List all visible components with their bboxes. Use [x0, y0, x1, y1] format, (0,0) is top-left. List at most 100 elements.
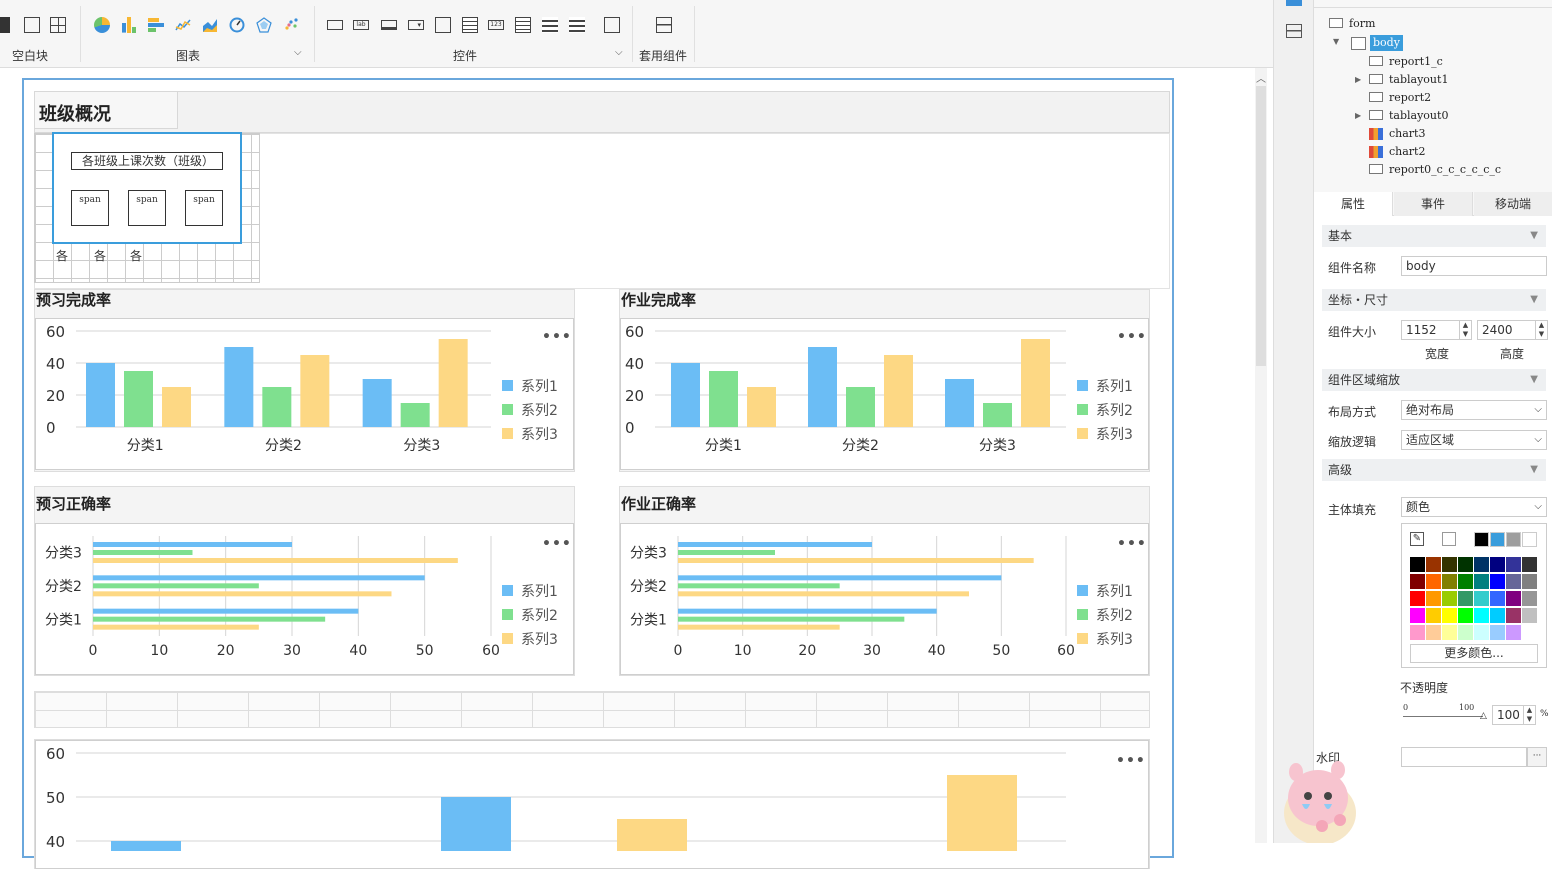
- assistant-mascot-icon[interactable]: [1280, 758, 1360, 843]
- fill-type-select[interactable]: 颜色 ⌵: [1401, 497, 1547, 517]
- color-swatch[interactable]: [1426, 625, 1441, 640]
- color-swatch[interactable]: [1490, 574, 1505, 589]
- tree-node-chart2[interactable]: chart2: [1389, 144, 1425, 160]
- width-stepper-icon[interactable]: ▲ ▼: [1459, 321, 1471, 339]
- selected-report-widget[interactable]: 各班级上课次数（班级） span span span: [52, 132, 242, 244]
- tree-node-form[interactable]: form: [1349, 16, 1375, 32]
- pie-chart-icon[interactable]: [94, 17, 110, 33]
- empty-table-grid[interactable]: [34, 691, 1150, 728]
- color-swatch[interactable]: [1426, 591, 1441, 606]
- chart-container[interactable]: 0 10 20 30 40 50 60 分类1 分类2 分类3 系列1 系列2 系列3 •••: [620, 523, 1149, 675]
- color-swatch[interactable]: [1410, 625, 1425, 640]
- more-colors-button[interactable]: 更多颜色...: [1410, 644, 1538, 663]
- opacity-input[interactable]: 100 ▲ ▼: [1492, 705, 1536, 725]
- gauge-chart-icon[interactable]: [229, 17, 245, 33]
- color-swatch[interactable]: [1458, 608, 1473, 623]
- color-swatch[interactable]: [1442, 557, 1457, 572]
- color-swatch[interactable]: [1522, 574, 1537, 589]
- height-stepper-icon[interactable]: ▲ ▼: [1535, 321, 1547, 339]
- tree-node-tablayout0[interactable]: tablayout0: [1389, 108, 1448, 124]
- bar-chart-preview-completion[interactable]: 0 20 40 60 分类1 分类2 分类3 系列1 系列2 系列3: [36, 319, 575, 471]
- widget-number-icon[interactable]: 123: [488, 20, 504, 30]
- template-component-icon[interactable]: [656, 17, 672, 33]
- color-swatch[interactable]: [1410, 591, 1425, 606]
- tree-collapsed-icon[interactable]: ▶: [1355, 75, 1361, 84]
- tree-node-chart3[interactable]: chart3: [1389, 126, 1425, 142]
- chart-more-icon[interactable]: •••: [542, 536, 572, 552]
- horizontal-bar-icon[interactable]: [148, 17, 164, 33]
- widget-button-icon[interactable]: [381, 20, 397, 30]
- scroll-up-icon[interactable]: ︿: [1256, 70, 1266, 85]
- scale-logic-select[interactable]: 适应区域 ⌵: [1401, 430, 1547, 450]
- color-swatch[interactable]: [1410, 608, 1425, 623]
- chart-more-icon[interactable]: •••: [1116, 753, 1146, 769]
- color-swatch[interactable]: [1490, 557, 1505, 572]
- widget-date-icon[interactable]: [462, 17, 478, 33]
- chart-more-icon[interactable]: •••: [542, 329, 572, 345]
- widget-tree-combo-icon[interactable]: [435, 17, 451, 33]
- color-swatch[interactable]: [1426, 557, 1441, 572]
- color-swatch[interactable]: [1474, 557, 1489, 572]
- section-title-box[interactable]: 班级概况: [34, 91, 178, 129]
- span-cell[interactable]: span: [185, 190, 223, 226]
- scrollbar-thumb[interactable]: [1256, 86, 1266, 366]
- span-cell[interactable]: span: [71, 190, 109, 226]
- chart-more-icon[interactable]: •••: [1117, 536, 1147, 552]
- tree-collapsed-icon[interactable]: ▶: [1355, 111, 1361, 120]
- bar-chart-icon[interactable]: [121, 17, 137, 33]
- color-palette[interactable]: ✎ 更多颜色...: [1401, 523, 1547, 668]
- opacity-stepper-icon[interactable]: ▲ ▼: [1523, 706, 1535, 724]
- tab-properties[interactable]: 属性: [1314, 192, 1393, 216]
- color-swatch[interactable]: [1458, 591, 1473, 606]
- chart-container[interactable]: 0 20 40 60 分类1 分类2 分类3 系列1 系列2 系列3 •••: [35, 318, 574, 470]
- widget-title-cell[interactable]: 各班级上课次数（班级）: [71, 152, 223, 170]
- scatter-chart-icon[interactable]: [283, 17, 299, 33]
- widget-textbox-icon[interactable]: [327, 20, 343, 30]
- hbar-chart-homework-accuracy[interactable]: 0 10 20 30 40 50 60 分类1 分类2 分类3 系列1 系列2 系列3: [621, 524, 1150, 676]
- chart-container[interactable]: 0 10 20 30 40 50 60 分类1 分类2 分类3 系列1 系列2 系列3 •••: [35, 523, 574, 675]
- section-scale[interactable]: 组件区域缩放 ▼: [1322, 369, 1546, 391]
- color-swatch[interactable]: [1474, 625, 1489, 640]
- bar-chart-homework-completion[interactable]: 0 20 40 60 分类1 分类2 分类3 系列1 系列2 系列3: [621, 319, 1150, 471]
- color-swatch[interactable]: [1522, 625, 1537, 640]
- chart-container[interactable]: 40 50 60 •••: [35, 740, 1149, 869]
- color-swatch[interactable]: [1442, 625, 1457, 640]
- block-grid-icon[interactable]: [50, 17, 66, 33]
- color-swatch[interactable]: [1490, 625, 1505, 640]
- color-swatch[interactable]: [1410, 557, 1425, 572]
- component-tab-icon[interactable]: [1286, 0, 1302, 6]
- component-name-input[interactable]: body: [1401, 256, 1547, 276]
- radar-chart-icon[interactable]: [256, 17, 272, 33]
- report-body-frame[interactable]: 班级概况 各班级上课次数（班级） span span span 各 各 各 预习…: [22, 78, 1174, 869]
- color-swatch[interactable]: [1458, 625, 1473, 640]
- color-swatch[interactable]: [1506, 557, 1521, 572]
- color-swatch[interactable]: [1442, 591, 1457, 606]
- span-cell[interactable]: span: [128, 190, 166, 226]
- tree-node-tablayout1[interactable]: tablayout1: [1389, 72, 1448, 88]
- tree-expand-icon[interactable]: ▼: [1333, 37, 1339, 46]
- tab-events[interactable]: 事件: [1394, 192, 1473, 216]
- canvas-scrollbar[interactable]: ︿: [1255, 68, 1267, 843]
- color-swatch[interactable]: [1442, 608, 1457, 623]
- color-swatch[interactable]: [1506, 625, 1521, 640]
- color-swatch[interactable]: [1474, 591, 1489, 606]
- section-coords[interactable]: 坐标・尺寸 ▼: [1322, 289, 1546, 311]
- section-advanced[interactable]: 高级 ▼: [1322, 459, 1546, 481]
- widget-radio-group-icon[interactable]: [569, 17, 585, 33]
- widget-search-icon[interactable]: [604, 17, 620, 33]
- color-swatch[interactable]: [1522, 591, 1537, 606]
- watermark-browse-button[interactable]: ···: [1527, 747, 1547, 767]
- color-swatch[interactable]: [1458, 574, 1473, 589]
- widget-textarea-icon[interactable]: [515, 17, 531, 33]
- color-swatch[interactable]: [1474, 608, 1489, 623]
- color-swatch[interactable]: [1490, 532, 1505, 547]
- color-swatch[interactable]: [1426, 608, 1441, 623]
- tree-node-body[interactable]: body: [1370, 35, 1403, 51]
- width-input[interactable]: 1152 ▲ ▼: [1401, 320, 1472, 340]
- color-swatch[interactable]: [1522, 557, 1537, 572]
- hbar-chart-preview-accuracy[interactable]: 0 10 20 30 40 50 60 分类1 分类2 分类3 系列1 系列2 系列3: [36, 524, 575, 676]
- widget-combobox-icon[interactable]: ▾: [408, 20, 424, 30]
- color-swatch[interactable]: [1490, 591, 1505, 606]
- chart-group-expand-icon[interactable]: ⌵: [294, 47, 302, 58]
- widget-checkbox-group-icon[interactable]: [542, 17, 558, 33]
